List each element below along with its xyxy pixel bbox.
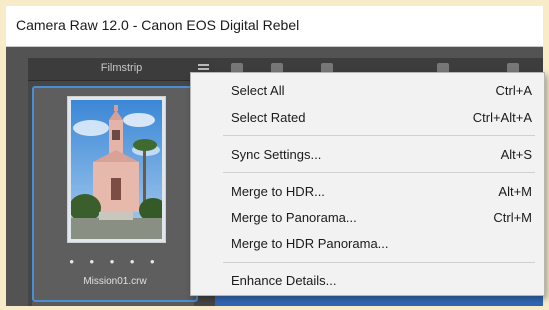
filmstrip-header: Filmstrip bbox=[28, 58, 215, 81]
filmstrip-context-menu: Select All Ctrl+A Select Rated Ctrl+Alt+… bbox=[190, 72, 545, 296]
mission-photo bbox=[69, 100, 167, 239]
menu-item-label: Merge to Panorama... bbox=[231, 210, 357, 225]
menu-item-label: Merge to HDR Panorama... bbox=[231, 236, 389, 251]
menu-item-merge-hdr[interactable]: Merge to HDR... Alt+M bbox=[191, 179, 544, 205]
menu-item-shortcut: Alt+S bbox=[500, 147, 532, 162]
menu-separator bbox=[223, 135, 535, 136]
menu-item-shortcut: Alt+M bbox=[498, 184, 532, 199]
menu-item-sync-settings[interactable]: Sync Settings... Alt+S bbox=[191, 142, 544, 168]
menu-item-merge-panorama[interactable]: Merge to Panorama... Ctrl+M bbox=[191, 205, 544, 231]
filmstrip-panel: Filmstrip • • • • • Mission01.crw bbox=[28, 58, 215, 306]
menu-separator bbox=[223, 172, 535, 173]
filmstrip-thumbnail[interactable]: • • • • • Mission01.crw bbox=[32, 86, 198, 302]
menu-item-label: Select Rated bbox=[231, 110, 306, 125]
menu-item-label: Merge to HDR... bbox=[231, 184, 325, 199]
menu-item-label: Sync Settings... bbox=[231, 147, 322, 162]
filmstrip-title: Filmstrip bbox=[100, 62, 143, 74]
next-thumbnail-edge[interactable] bbox=[32, 302, 194, 306]
menu-item-shortcut: Ctrl+A bbox=[495, 83, 532, 98]
menu-item-merge-hdr-panorama[interactable]: Merge to HDR Panorama... bbox=[191, 231, 544, 257]
menu-item-select-rated[interactable]: Select Rated Ctrl+Alt+A bbox=[191, 105, 544, 131]
title-bar: Camera Raw 12.0 - Canon EOS Digital Rebe… bbox=[6, 6, 543, 47]
window-title: Camera Raw 12.0 - Canon EOS Digital Rebe… bbox=[16, 17, 300, 33]
rating-dots[interactable]: • • • • • bbox=[34, 254, 196, 269]
menu-item-select-all[interactable]: Select All Ctrl+A bbox=[191, 78, 544, 104]
thumbnail-image bbox=[67, 96, 167, 243]
menu-item-enhance-details[interactable]: Enhance Details... bbox=[191, 268, 544, 294]
menu-separator bbox=[223, 262, 535, 263]
menu-item-label: Enhance Details... bbox=[231, 273, 337, 288]
menu-item-shortcut: Ctrl+Alt+A bbox=[472, 110, 532, 125]
thumbnail-filename: Mission01.crw bbox=[83, 276, 147, 287]
menu-item-shortcut: Ctrl+M bbox=[493, 210, 532, 225]
menu-item-label: Select All bbox=[231, 83, 285, 98]
